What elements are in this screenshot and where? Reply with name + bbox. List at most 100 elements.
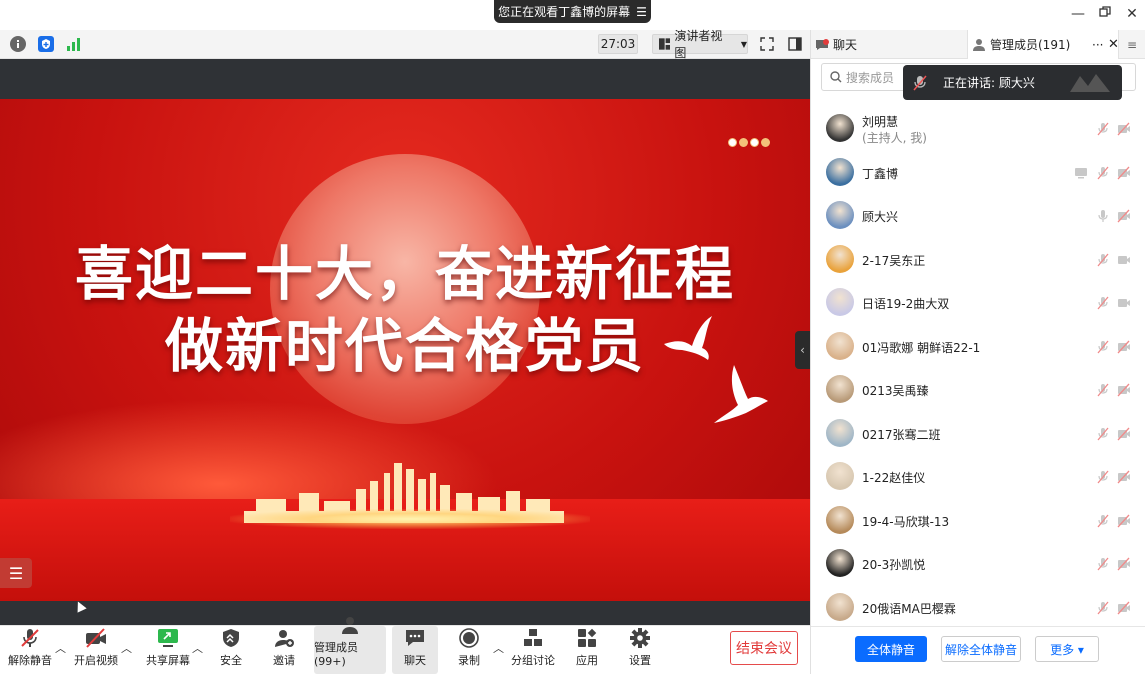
member-list: 刘明慧 (主持人, 我) 丁鑫博顾大兴 2-17吴东正日语19-2曲大双 01冯歌娜 朝…: [811, 108, 1145, 626]
mic-muted-icon: [19, 628, 41, 648]
video-icon[interactable]: [1117, 296, 1131, 310]
breakout-rooms-button[interactable]: 分组讨论: [510, 626, 556, 674]
minimize-icon[interactable]: —: [1068, 6, 1088, 22]
member-row[interactable]: 19-4-马欣琪-13: [811, 500, 1145, 543]
speaking-toast-label: 正在讲话: 顾大兴: [943, 76, 1035, 90]
unmute-label: 解除静音: [8, 654, 52, 667]
chevron-up-icon[interactable]: ︿: [121, 640, 132, 656]
search-placeholder: 搜索成员: [846, 70, 895, 85]
close-icon[interactable]: ✕: [1108, 37, 1119, 52]
mic-muted-icon: [913, 75, 927, 90]
more-button[interactable]: 更多 ▾: [1035, 636, 1099, 662]
member-row[interactable]: 日语19-2曲大双: [811, 282, 1145, 325]
mic-muted-icon[interactable]: [1096, 166, 1110, 180]
mic-icon[interactable]: [1096, 209, 1110, 223]
mute-all-button[interactable]: 全体静音: [855, 636, 927, 662]
member-row[interactable]: 丁鑫博: [811, 152, 1145, 195]
unmute-all-button[interactable]: 解除全体静音: [941, 636, 1021, 662]
mic-muted-icon[interactable]: [1096, 253, 1110, 267]
tab-chat[interactable]: 聊天: [815, 30, 857, 59]
screen-share-icon: [1074, 166, 1088, 180]
member-row[interactable]: 0217张骞二班: [811, 413, 1145, 456]
start-video-button[interactable]: 开启视频: [72, 626, 120, 674]
mic-muted-icon[interactable]: [1096, 557, 1110, 571]
video-off-icon[interactable]: [1117, 209, 1131, 223]
video-off-icon[interactable]: [1117, 557, 1131, 571]
signal-icon[interactable]: [66, 36, 82, 52]
collapse-panel-tab[interactable]: ‹: [795, 331, 810, 369]
share-screen-button[interactable]: 共享屏幕: [145, 626, 191, 674]
member-row[interactable]: 01冯歌娜 朝鲜语22-1: [811, 326, 1145, 369]
manage-members-label: 管理成员(99+): [314, 641, 358, 668]
chat-icon: [404, 628, 426, 648]
member-name: 丁鑫博: [862, 166, 899, 181]
mic-muted-icon[interactable]: [1096, 470, 1110, 484]
video-off-icon[interactable]: [1117, 601, 1131, 615]
member-row[interactable]: 刘明慧 (主持人, 我): [811, 108, 1145, 151]
mic-muted-icon[interactable]: [1096, 296, 1110, 310]
member-row[interactable]: 0213吴禹臻: [811, 369, 1145, 412]
video-off-icon[interactable]: [1117, 427, 1131, 441]
mic-muted-icon[interactable]: [1096, 383, 1110, 397]
video-off-icon[interactable]: [1117, 166, 1131, 180]
list-menu-icon[interactable]: ☰: [0, 558, 32, 588]
settings-button[interactable]: 设置: [625, 626, 655, 674]
video-off-icon[interactable]: [1117, 340, 1131, 354]
restore-icon[interactable]: [1095, 6, 1115, 22]
video-off-icon[interactable]: [1117, 514, 1131, 528]
video-off-icon[interactable]: [1117, 383, 1131, 397]
record-icon: [458, 628, 480, 648]
avatar: [826, 331, 854, 360]
apps-button[interactable]: 应用: [572, 626, 602, 674]
member-name: 顾大兴: [862, 210, 899, 224]
member-name: 日语19-2曲大双: [862, 297, 950, 311]
avatar: [826, 549, 854, 577]
member-row[interactable]: 20-3孙凯悦: [811, 543, 1145, 586]
member-name: 20-3孙凯悦: [862, 558, 926, 572]
share-banner-label: 您正在观看丁鑫博的屏幕: [498, 5, 631, 19]
breakout-label: 分组讨论: [511, 654, 555, 667]
chevron-up-icon[interactable]: ︿: [55, 640, 66, 656]
member-row[interactable]: 1-22赵佳仪: [811, 456, 1145, 499]
close-window-icon[interactable]: ✕: [1122, 6, 1142, 22]
user-icon: [973, 38, 985, 51]
sidebar-toggle-icon[interactable]: [788, 37, 802, 54]
security-button[interactable]: 安全: [216, 626, 246, 674]
chevron-up-icon[interactable]: ︿: [493, 640, 504, 656]
member-row[interactable]: 20俄语MA巴樱霖: [811, 587, 1145, 627]
mic-muted-icon[interactable]: [1096, 122, 1110, 136]
menu-icon[interactable]: ☰: [636, 5, 647, 19]
fullscreen-icon[interactable]: [760, 37, 774, 54]
avatar: [826, 114, 854, 142]
end-meeting-button[interactable]: 结束会议: [730, 631, 798, 665]
mic-muted-icon[interactable]: [1096, 340, 1110, 354]
members-panel: 聊天 管理成员(191) ··· ✕ ≡ 搜索成员 刘明慧 (主持人, 我) 丁鑫博…: [810, 30, 1145, 674]
panel-menu-icon[interactable]: ≡: [1127, 30, 1137, 59]
avatar: [826, 288, 854, 316]
info-icon[interactable]: [10, 36, 26, 52]
presentation-slide: 喜迎二十大，奋进新征程 做新时代合格党员 ☰: [0, 99, 810, 601]
share-banner[interactable]: 您正在观看丁鑫博的屏幕 ☰: [494, 0, 651, 23]
video-off-icon[interactable]: [1117, 470, 1131, 484]
manage-members-button[interactable]: 管理成员(99+): [314, 617, 386, 674]
unmute-button[interactable]: 解除静音: [8, 626, 52, 674]
invite-button[interactable]: 邀请: [268, 626, 300, 674]
chat-button[interactable]: 聊天: [392, 626, 438, 674]
chevron-up-icon[interactable]: ︿: [192, 640, 203, 656]
view-mode-dropdown[interactable]: 演讲者视图 ▼: [652, 29, 748, 60]
member-row[interactable]: 顾大兴: [811, 195, 1145, 238]
mic-muted-icon[interactable]: [1096, 427, 1110, 441]
video-off-icon[interactable]: [1117, 122, 1131, 136]
record-button[interactable]: 录制: [454, 626, 484, 674]
member-role: (主持人, 我): [862, 131, 927, 145]
chat-icon: [816, 38, 829, 50]
member-row[interactable]: 2-17吴东正: [811, 239, 1145, 282]
shield-icon[interactable]: [38, 36, 54, 52]
tab-members[interactable]: 管理成员(191) ··· ✕: [967, 30, 1119, 59]
mic-muted-icon[interactable]: [1096, 601, 1110, 615]
more-dots-icon[interactable]: ···: [1092, 38, 1103, 52]
mic-muted-icon[interactable]: [1096, 514, 1110, 528]
dove-icon: [714, 365, 768, 423]
video-icon[interactable]: [1117, 253, 1131, 267]
avatar: [826, 201, 854, 229]
